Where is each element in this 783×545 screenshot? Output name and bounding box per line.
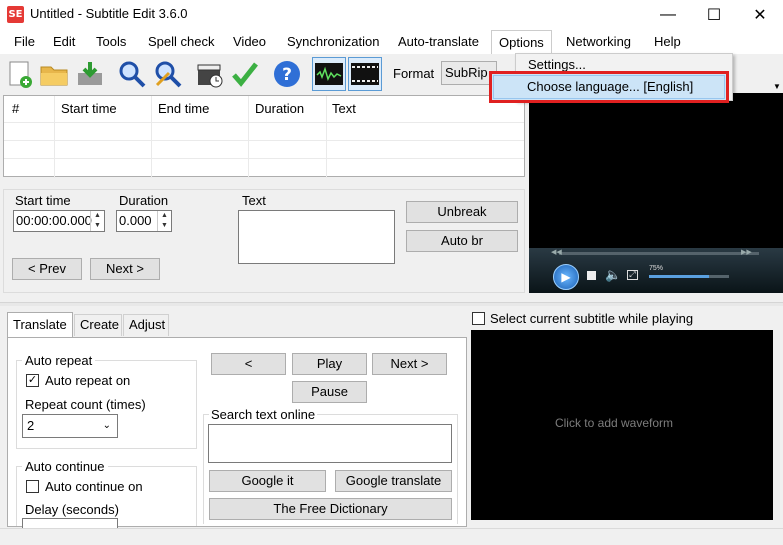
click-to-add-waveform-text[interactable]: Click to add waveform bbox=[471, 416, 757, 430]
spell-check-icon[interactable] bbox=[228, 57, 262, 91]
volume-slider[interactable] bbox=[649, 275, 729, 278]
grid-divider bbox=[4, 122, 524, 123]
visual-sync-icon[interactable] bbox=[193, 57, 227, 91]
select-current-subtitle-checkbox[interactable] bbox=[472, 312, 485, 325]
start-time-spinner[interactable]: ▲ ▼ bbox=[90, 211, 104, 231]
title-bar: SE Untitled - Subtitle Edit 3.6.0 — ☐ ✕ bbox=[0, 0, 783, 30]
auto-repeat-label: Auto repeat on bbox=[45, 373, 131, 388]
free-dictionary-button[interactable]: The Free Dictionary bbox=[209, 498, 452, 520]
auto-repeat-checkbox[interactable]: ✓ bbox=[26, 374, 39, 387]
fullscreen-icon[interactable]: ⤢ bbox=[627, 270, 638, 280]
window-title: Untitled - Subtitle Edit 3.6.0 bbox=[30, 6, 188, 21]
prev-button[interactable]: < Prev bbox=[12, 258, 82, 280]
video-toggle-icon[interactable] bbox=[348, 57, 382, 91]
column-header-end-time[interactable]: End time bbox=[158, 96, 209, 122]
toolbar-overflow-icon[interactable]: ▼ bbox=[773, 82, 781, 91]
google-it-button[interactable]: Google it bbox=[209, 470, 326, 492]
volume-label: 75% bbox=[649, 265, 664, 272]
menu-spell-check[interactable]: Spell check bbox=[141, 30, 221, 54]
help-icon[interactable]: ? bbox=[270, 57, 304, 91]
replace-icon[interactable] bbox=[151, 57, 185, 91]
select-current-subtitle-label: Select current subtitle while playing bbox=[490, 311, 694, 326]
new-file-icon[interactable] bbox=[3, 57, 37, 91]
auto-repeat-group-label: Auto repeat bbox=[22, 353, 96, 368]
subtitle-grid[interactable]: # Start time End time Duration Text bbox=[3, 95, 525, 178]
delay-select[interactable] bbox=[22, 518, 118, 528]
unbreak-button[interactable]: Unbreak bbox=[406, 201, 518, 223]
menu-help[interactable]: Help bbox=[647, 30, 688, 54]
tab-create[interactable]: Create bbox=[74, 314, 122, 336]
menu-tools[interactable]: Tools bbox=[89, 30, 133, 54]
menu-choose-language[interactable]: Choose language... [English] bbox=[493, 75, 725, 99]
grid-divider bbox=[4, 158, 524, 159]
repeat-count-label: Repeat count (times) bbox=[25, 397, 146, 412]
start-time-label: Start time bbox=[15, 193, 71, 208]
format-label: Format bbox=[393, 66, 435, 81]
duration-label: Duration bbox=[119, 193, 169, 208]
volume-icon[interactable]: 🔈 bbox=[605, 267, 621, 283]
column-header-text[interactable]: Text bbox=[332, 96, 356, 122]
open-folder-icon[interactable] bbox=[37, 57, 71, 91]
search-online-group-label: Search text online bbox=[209, 407, 318, 422]
stop-icon[interactable] bbox=[587, 271, 596, 280]
delay-label: Delay (seconds) bbox=[25, 502, 119, 517]
google-translate-button[interactable]: Google translate bbox=[335, 470, 452, 492]
save-icon[interactable] bbox=[73, 57, 107, 91]
pause-button[interactable]: Pause bbox=[292, 381, 367, 403]
tab-adjust[interactable]: Adjust bbox=[123, 314, 169, 336]
auto-continue-checkbox[interactable] bbox=[26, 480, 39, 493]
subtitle-text-input[interactable] bbox=[238, 210, 395, 264]
menu-edit[interactable]: Edit bbox=[46, 30, 82, 54]
choose-language-label: Choose language... [English] bbox=[527, 79, 694, 94]
maximize-button[interactable]: ☐ bbox=[691, 0, 737, 30]
text-label: Text bbox=[242, 193, 266, 208]
repeat-count-select[interactable]: 2 ⌄ bbox=[22, 414, 118, 438]
waveform-toggle-icon[interactable] bbox=[312, 57, 346, 91]
search-text-input[interactable] bbox=[208, 424, 452, 463]
auto-continue-group-label: Auto continue bbox=[22, 459, 108, 474]
seek-forward-icon[interactable]: ▶▶ bbox=[741, 248, 752, 256]
status-bar bbox=[0, 528, 783, 545]
next-line-button[interactable]: Next > bbox=[372, 353, 447, 375]
app-icon: SE bbox=[7, 6, 24, 23]
grid-divider bbox=[151, 96, 152, 178]
column-header-duration[interactable]: Duration bbox=[255, 96, 304, 122]
chevron-down-icon: ⌄ bbox=[102, 420, 111, 431]
video-position-bar[interactable] bbox=[559, 252, 759, 255]
close-button[interactable]: ✕ bbox=[737, 0, 783, 30]
auto-continue-label: Auto continue on bbox=[45, 479, 143, 494]
menu-networking[interactable]: Networking bbox=[559, 30, 638, 54]
auto-continue-group bbox=[16, 466, 197, 526]
auto-br-button[interactable]: Auto br bbox=[406, 230, 518, 252]
menu-video[interactable]: Video bbox=[226, 30, 273, 54]
menu-bar: File Edit Tools Spell check Video Synchr… bbox=[0, 30, 783, 55]
duration-spinner[interactable]: ▲ ▼ bbox=[157, 211, 171, 231]
next-button[interactable]: Next > bbox=[90, 258, 160, 280]
repeat-count-value: 2 bbox=[27, 418, 35, 433]
menu-file[interactable]: File bbox=[7, 30, 42, 54]
grid-divider bbox=[4, 140, 524, 141]
play-icon[interactable]: ▶ bbox=[553, 264, 579, 290]
column-header-number[interactable]: # bbox=[12, 96, 19, 122]
grid-divider bbox=[248, 96, 249, 178]
menu-options[interactable]: Options bbox=[491, 30, 552, 55]
tab-translate[interactable]: Translate bbox=[7, 312, 73, 338]
svg-text:?: ? bbox=[282, 65, 292, 85]
seek-back-icon[interactable]: ◀◀ bbox=[551, 248, 562, 256]
find-icon[interactable] bbox=[115, 57, 149, 91]
play-button[interactable]: Play bbox=[292, 353, 367, 375]
splitter[interactable] bbox=[0, 302, 783, 306]
grid-divider bbox=[326, 96, 327, 178]
column-header-start-time[interactable]: Start time bbox=[61, 96, 117, 122]
menu-auto-translate[interactable]: Auto-translate bbox=[391, 30, 486, 54]
menu-synchronization[interactable]: Synchronization bbox=[280, 30, 387, 54]
previous-line-button[interactable]: < bbox=[211, 353, 286, 375]
grid-divider bbox=[54, 96, 55, 178]
minimize-button[interactable]: — bbox=[645, 0, 691, 30]
video-controls: ◀◀ ▶▶ ▶ 🔈 ⤢ 75% bbox=[529, 248, 783, 293]
